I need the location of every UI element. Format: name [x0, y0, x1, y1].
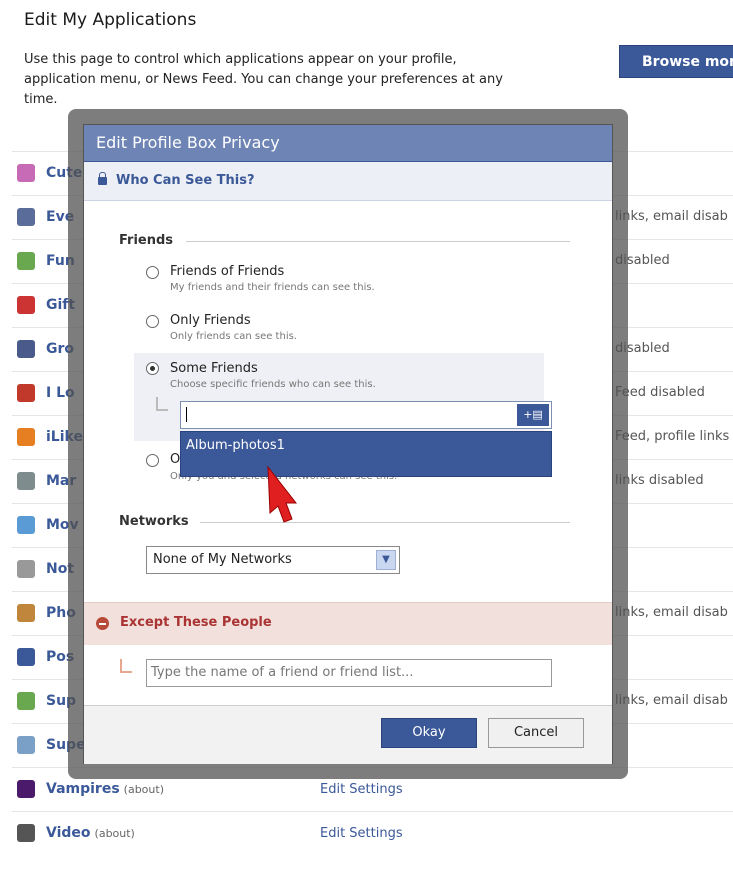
calendar-icon	[17, 208, 35, 226]
page-intro: Use this page to control which applicati…	[24, 52, 503, 107]
page-title: Edit My Applications	[24, 10, 197, 30]
gift-icon	[17, 296, 35, 314]
superwall-icon	[17, 692, 35, 710]
marketplace-icon	[17, 472, 35, 490]
option-title: O	[170, 452, 181, 467]
app-status-text: links, email disab	[615, 693, 728, 708]
option-description: My friends and their friends can see thi…	[170, 282, 375, 293]
browse-more-button[interactable]: Browse more	[619, 45, 733, 78]
app-name: Video	[46, 825, 91, 841]
suggestion-item[interactable]: Album-photos1	[186, 438, 285, 453]
networks-section-label: Networks	[119, 514, 189, 529]
indent-arrow-icon	[156, 397, 168, 411]
radio-friends-of-friends[interactable]	[146, 266, 159, 279]
privacy-dialog: Edit Profile Box Privacy Who Can See Thi…	[83, 124, 613, 764]
autocomplete-dropdown: Album-photos1	[180, 431, 552, 477]
edit-settings-link[interactable]: Edit Settings	[320, 826, 403, 841]
section-divider	[186, 241, 570, 242]
app-status-text: links, email disab	[615, 605, 728, 620]
notes-icon	[17, 560, 35, 578]
section-divider	[200, 522, 570, 523]
app-status-text: Feed disabled	[615, 385, 705, 400]
movies-icon	[17, 516, 35, 534]
superpoke-icon	[17, 736, 35, 754]
app-status-text: links, email disab	[615, 209, 728, 224]
vampires-icon	[17, 780, 35, 798]
mouse-cursor-icon	[267, 465, 298, 523]
cancel-button[interactable]: Cancel	[488, 718, 584, 748]
group-icon	[17, 340, 35, 358]
except-people-input[interactable]: Type the name of a friend or friend list…	[146, 659, 552, 687]
app-name-link[interactable]: Vampires (about)	[46, 781, 164, 797]
radio-some-friends[interactable]	[146, 362, 159, 375]
okay-button[interactable]: Okay	[381, 718, 477, 748]
indent-arrow-icon	[120, 659, 132, 673]
radio-only-friends[interactable]	[146, 315, 159, 328]
music-note-icon	[17, 428, 35, 446]
option-description: Only friends can see this.	[170, 331, 297, 342]
app-name: Vampires	[46, 781, 120, 797]
app-status-text: links disabled	[615, 473, 704, 488]
networks-select[interactable]: None of My Networks ▼	[146, 546, 400, 574]
chevron-down-icon[interactable]: ▼	[376, 550, 396, 570]
networks-selected-value: None of My Networks	[153, 552, 292, 567]
photos-icon	[17, 604, 35, 622]
lock-icon	[98, 172, 107, 185]
app-status-text: Feed, profile links	[615, 429, 730, 444]
text-caret	[186, 407, 187, 422]
speech-bubble-icon	[17, 252, 35, 270]
option-description: Choose specific friends who can see this…	[170, 379, 376, 390]
option-title: Friends of Friends	[170, 264, 285, 279]
who-can-see-bar: Who Can See This?	[84, 162, 612, 201]
except-bar: Except These People	[84, 602, 612, 645]
who-can-see-label: Who Can See This?	[116, 173, 255, 188]
except-title: Except These People	[120, 615, 272, 630]
about-link[interactable]: (about)	[95, 827, 135, 840]
dialog-title: Edit Profile Box Privacy	[84, 125, 612, 162]
friends-section-label: Friends	[119, 233, 174, 248]
minus-circle-icon	[96, 617, 109, 630]
posted-items-icon	[17, 648, 35, 666]
option-title: Only Friends	[170, 313, 251, 328]
friend-list-icon[interactable]: +▤	[517, 404, 549, 426]
friend-name-input[interactable]: +▤	[180, 401, 552, 429]
radio-custom[interactable]	[146, 454, 159, 467]
app-name-link[interactable]: Video (about)	[46, 825, 135, 841]
edit-settings-link[interactable]: Edit Settings	[320, 782, 403, 797]
about-link[interactable]: (about)	[124, 783, 164, 796]
clock-icon	[17, 384, 35, 402]
cute-icon	[17, 164, 35, 182]
video-camera-icon	[17, 824, 35, 842]
option-title: Some Friends	[170, 361, 258, 376]
app-row: Video (about) Edit Settings	[12, 811, 733, 855]
